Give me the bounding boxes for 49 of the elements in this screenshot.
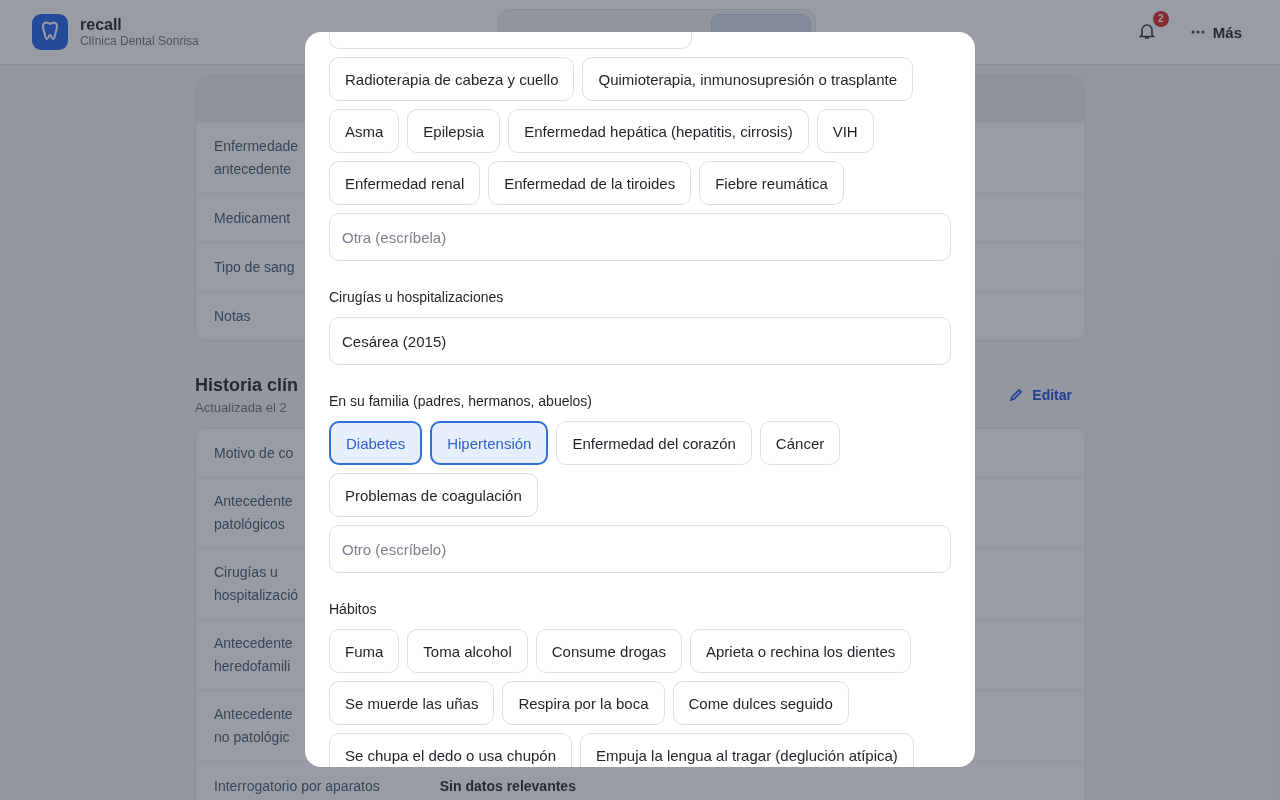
option-chip[interactable]: Aprieta o rechina los dientes — [689, 629, 912, 673]
field-label: Enfermedade antecedente — [214, 137, 299, 179]
field-label: Antecedente no patológic — [214, 705, 293, 747]
option-chip[interactable]: Quimioterapia, inmunosupresión o trasplante — [582, 57, 913, 101]
field-label: Medicament — [214, 208, 291, 228]
field-label: Antecedente patológicos — [214, 492, 293, 534]
text-input-field[interactable]: Cesárea (2015) — [329, 317, 951, 365]
field-label: Motivo de co — [214, 443, 294, 463]
option-chip[interactable]: Fiebre reumática — [699, 161, 844, 205]
option-chip[interactable]: Diabetes — [329, 421, 423, 465]
option-chip[interactable]: Se muerde las uñas — [329, 681, 495, 725]
clinic-name: Clínica Dental Sonrisa — [80, 34, 199, 48]
field-value: Sin datos relevantes — [439, 778, 576, 794]
option-chip[interactable]: VIH — [816, 109, 874, 153]
option-chip[interactable]: Come dulces seguido — [672, 681, 849, 725]
pencil-icon — [1008, 387, 1025, 403]
other-input-field[interactable]: Otra (escríbela) — [329, 213, 951, 261]
section-label: Cirugías u hospitalizaciones — [329, 289, 505, 305]
section-title: Historia clín — [195, 375, 299, 396]
section-label: En su familia (padres, hermanos, abuelos) — [329, 393, 594, 409]
option-chip[interactable]: Asma — [329, 109, 400, 153]
option-chip[interactable]: Problemas de coagulación — [329, 473, 538, 517]
option-chip[interactable]: Respira por la boca — [502, 681, 665, 725]
section-label: Hábitos — [329, 601, 378, 617]
other-input-field[interactable]: Otro (escríbelo) — [329, 525, 951, 573]
option-chip[interactable]: Enfermedad hepática (hepatitis, cirrosis) — [508, 109, 809, 153]
field-label: Cirugías u hospitalizació — [214, 563, 299, 605]
option-chip[interactable]: Cáncer — [759, 421, 841, 465]
option-chip[interactable]: Se chupa el dedo o usa chupón — [329, 733, 572, 767]
notification-badge: 2 — [1152, 10, 1169, 27]
field-label: Antecedente heredofamili — [214, 634, 293, 676]
option-chip[interactable]: Enfermedad de la tiroides — [488, 161, 692, 205]
option-chip[interactable]: Radioterapia de cabeza y cuello — [329, 57, 575, 101]
option-chip[interactable]: Fuma — [329, 629, 400, 673]
tooth-logo-icon — [32, 14, 68, 50]
section-subtitle: Actualizada el 2 — [195, 400, 288, 415]
option-chip[interactable]: Epilepsia — [407, 109, 501, 153]
field-label: Notas — [214, 306, 251, 326]
option-chip[interactable]: Enfermedad renal — [329, 161, 481, 205]
app-name: recall — [80, 16, 123, 34]
more-menu-button[interactable]: Más — [1184, 22, 1248, 42]
field-label: Interrogatorio por aparatos — [214, 776, 380, 796]
field-label: Tipo de sang — [214, 257, 295, 277]
option-chip[interactable]: Enfermedad del corazón — [556, 421, 752, 465]
option-chip[interactable]: Hipertensión — [430, 421, 549, 465]
option-chip[interactable]: Toma alcohol — [407, 629, 528, 673]
option-chip[interactable]: Consume drogas — [535, 629, 682, 673]
more-icon — [1190, 30, 1205, 34]
option-chip[interactable]: Empuja la lengua al tragar (deglución atípica) — [580, 733, 914, 767]
